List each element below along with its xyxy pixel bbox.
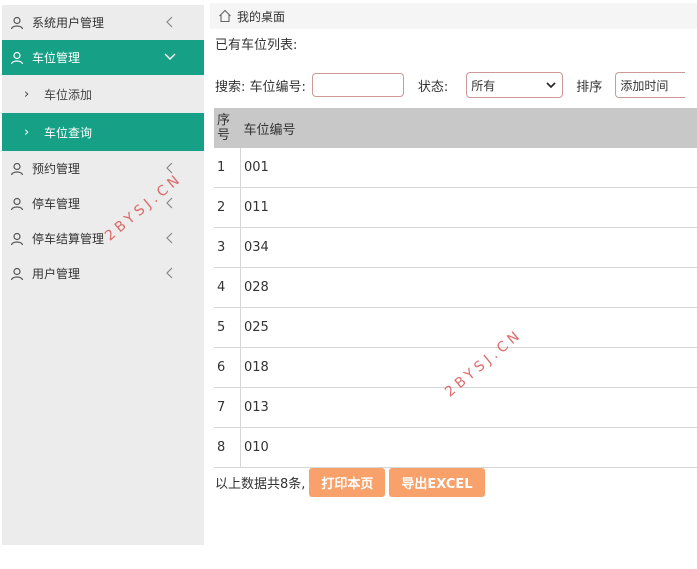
breadcrumb-home-link[interactable]: 我的桌面: [237, 8, 285, 25]
sidebar-item-label: 用户管理: [32, 267, 81, 281]
table-row: 7 013: [214, 387, 697, 428]
sidebar-subitem-query-space[interactable]: › 车位查询: [2, 113, 204, 151]
sort-label: 排序: [576, 79, 603, 95]
table-row: 5 025: [214, 307, 697, 348]
column-header-space-number: 车位编号: [240, 108, 697, 148]
sidebar-item-label: 停车管理: [32, 197, 81, 211]
cell-space-number: 011: [240, 187, 697, 228]
search-bar: 搜索: 车位编号: 状态: 所有 排序 添加时间: [215, 71, 697, 99]
chevron-right-icon: ›: [24, 124, 30, 140]
cell-space-number: 001: [240, 148, 697, 188]
cell-space-number: 010: [240, 427, 697, 468]
sort-selected-value: 添加时间: [620, 78, 669, 93]
sidebar-item-system-users[interactable]: 系统用户管理: [2, 5, 204, 40]
cell-space-number: 018: [240, 347, 697, 388]
user-icon: [10, 197, 24, 210]
cell-space-number: 034: [240, 227, 697, 268]
chevron-down-icon: [164, 53, 176, 60]
breadcrumb: 我的桌面: [210, 3, 697, 29]
list-title: 已有车位列表:: [215, 38, 298, 53]
chevron-left-icon: [166, 162, 173, 174]
table-footer: 以上数据共8条, 打印本页 导出EXCEL: [215, 468, 485, 497]
print-page-button[interactable]: 打印本页: [309, 468, 386, 497]
cell-seq: 4: [214, 267, 241, 308]
chevron-left-icon: [166, 16, 173, 28]
search-label: 搜索: 车位编号:: [215, 79, 306, 95]
status-selected-value: 所有: [471, 78, 496, 93]
chevron-left-icon: [166, 267, 173, 279]
user-icon: [10, 16, 24, 29]
user-icon: [10, 267, 24, 280]
cell-seq: 5: [214, 307, 241, 348]
sidebar-item-label: 预约管理: [32, 162, 81, 176]
sidebar-item-parking-space-mgmt[interactable]: 车位管理: [2, 40, 204, 75]
sidebar: 系统用户管理 车位管理 › 车位添加 › 车位查询 预约管理 停车管理 停车结算…: [2, 5, 204, 545]
sidebar-item-reservation-mgmt[interactable]: 预约管理: [2, 151, 204, 186]
chevron-right-icon: ›: [24, 86, 30, 102]
chevron-left-icon: [166, 232, 173, 244]
status-label: 状态:: [417, 79, 449, 95]
sidebar-item-label: 停车结算管理: [32, 232, 105, 246]
sidebar-item-label: 车位添加: [44, 87, 93, 102]
cell-space-number: 013: [240, 387, 697, 428]
home-icon[interactable]: [218, 9, 232, 23]
column-header-seq: 序号: [214, 108, 241, 148]
sort-select[interactable]: 添加时间: [615, 72, 686, 98]
chevron-left-icon: [166, 197, 173, 209]
cell-seq: 2: [214, 187, 241, 228]
cell-seq: 6: [214, 347, 241, 388]
sidebar-item-label: 车位查询: [44, 125, 93, 140]
user-icon: [10, 232, 24, 245]
sidebar-subitem-add-space[interactable]: › 车位添加: [2, 75, 204, 113]
sidebar-item-settlement-mgmt[interactable]: 停车结算管理: [2, 221, 204, 256]
status-select[interactable]: 所有: [466, 72, 564, 98]
cell-space-number: 028: [240, 267, 697, 308]
sidebar-item-user-mgmt[interactable]: 用户管理: [2, 256, 204, 291]
cell-seq: 1: [214, 148, 241, 188]
export-excel-button[interactable]: 导出EXCEL: [389, 468, 485, 497]
sidebar-item-parking-mgmt[interactable]: 停车管理: [2, 186, 204, 221]
space-number-input[interactable]: [311, 73, 404, 97]
table-row: 3 034: [214, 227, 697, 268]
user-icon: [10, 51, 24, 64]
table-row: 4 028: [214, 267, 697, 308]
sidebar-item-label: 系统用户管理: [32, 16, 105, 30]
chevron-down-icon: [546, 82, 556, 89]
table-row: 6 018: [214, 347, 697, 388]
table-row: 1 001: [214, 148, 697, 188]
cell-space-number: 025: [240, 307, 697, 348]
cell-seq: 3: [214, 227, 241, 268]
user-icon: [10, 162, 24, 175]
parking-space-table: 序号 车位编号 1 001 2 011 3 034 4 028 5 025 6 018 70…: [214, 108, 697, 468]
table-row: 2 011: [214, 187, 697, 228]
cell-seq: 7: [214, 387, 241, 428]
cell-seq: 8: [214, 427, 241, 468]
table-row: 8 010: [214, 427, 697, 468]
record-count-summary: 以上数据共8条,: [215, 477, 306, 492]
main-content: 我的桌面 已有车位列表: 搜索: 车位编号: 状态: 所有 排序 添加时间 序号…: [210, 0, 697, 569]
sidebar-item-label: 车位管理: [32, 51, 81, 65]
